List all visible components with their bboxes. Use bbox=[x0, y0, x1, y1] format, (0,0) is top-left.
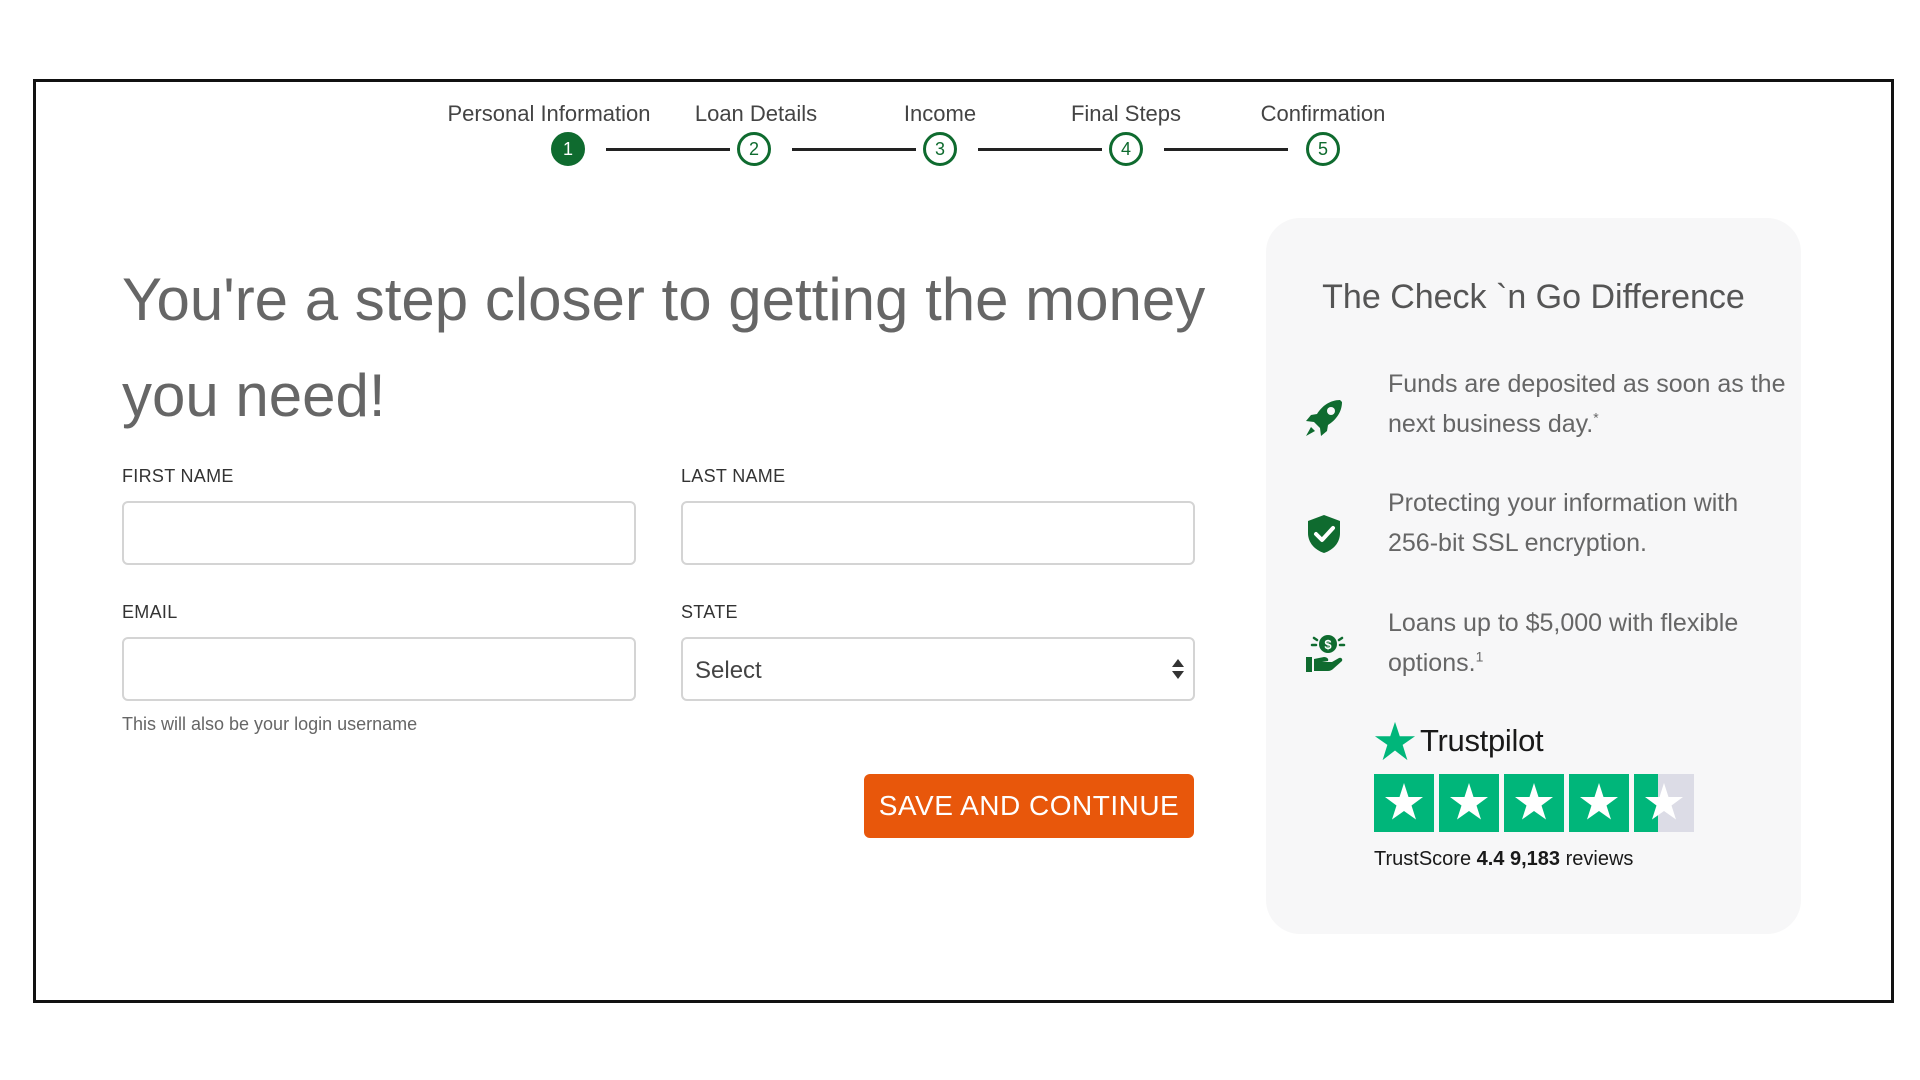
step-label-personal-information: Personal Information bbox=[447, 101, 651, 126]
step-1-indicator: 1 bbox=[551, 132, 585, 166]
trustpilot-star bbox=[1569, 774, 1629, 832]
step-5-indicator: 5 bbox=[1306, 132, 1340, 166]
trustpilot-star bbox=[1439, 774, 1499, 832]
state-select-value: Select bbox=[695, 657, 762, 684]
benefits-card: The Check `n Go Difference Funds are dep… bbox=[1266, 218, 1801, 934]
benefit-footnote-marker: 1 bbox=[1475, 648, 1484, 665]
stepper-connector bbox=[606, 148, 730, 151]
email-input[interactable] bbox=[122, 637, 636, 701]
trustpilot-star-icon bbox=[1374, 721, 1416, 761]
benefit-text-loan-amount: Loans up to $5,000 with flexible options… bbox=[1388, 603, 1788, 683]
benefits-card-title: The Check `n Go Difference bbox=[1322, 278, 1745, 316]
step-label-loan-details: Loan Details bbox=[694, 101, 818, 126]
trustpilot-star bbox=[1634, 774, 1694, 832]
step-2-indicator: 2 bbox=[737, 132, 771, 166]
email-help-text: This will also be your login username bbox=[122, 714, 418, 734]
trustpilot-star bbox=[1374, 774, 1434, 832]
step-3-indicator: 3 bbox=[923, 132, 957, 166]
trustpilot-rating-stars bbox=[1374, 774, 1694, 832]
save-and-continue-button[interactable]: SAVE AND CONTINUE bbox=[864, 774, 1194, 838]
step-label-confirmation: Confirmation bbox=[1260, 101, 1386, 126]
trustpilot-score: TrustScore 4.4 9,183 reviews bbox=[1374, 848, 1633, 871]
benefit-text-fast-funding: Funds are deposited as soon as the next … bbox=[1388, 364, 1788, 444]
email-label: EMAIL bbox=[122, 602, 178, 622]
trustscore-label: TrustScore bbox=[1374, 848, 1472, 870]
first-name-input[interactable] bbox=[122, 501, 636, 565]
benefit-footnote-marker: * bbox=[1593, 409, 1599, 426]
last-name-label: LAST NAME bbox=[681, 466, 786, 486]
trustpilot-logo[interactable]: Trustpilot bbox=[1374, 718, 1544, 764]
rocket-icon bbox=[1306, 400, 1342, 436]
state-select[interactable]: Select bbox=[681, 637, 1195, 701]
select-arrows-icon bbox=[1172, 659, 1184, 679]
benefit-text: Funds are deposited as soon as the next … bbox=[1388, 370, 1786, 438]
page-frame: Personal Information 1 Loan Details 2 In… bbox=[33, 79, 1894, 1003]
page-title: You're a step closer to getting the mone… bbox=[122, 266, 1206, 429]
trustpilot-star bbox=[1504, 774, 1564, 832]
stepper-connector bbox=[978, 148, 1102, 151]
stepper-connector bbox=[1164, 148, 1288, 151]
step-label-income: Income bbox=[903, 101, 977, 126]
step-4-indicator: 4 bbox=[1109, 132, 1143, 166]
benefit-text-ssl-encryption: Protecting your information with 256-bit… bbox=[1388, 489, 1739, 557]
review-count: 9,183 bbox=[1510, 848, 1561, 870]
first-name-label: FIRST NAME bbox=[122, 466, 234, 486]
hand-money-icon: $ bbox=[1306, 635, 1346, 672]
svg-text:$: $ bbox=[1324, 637, 1332, 652]
progress-stepper: Personal Information 1 Loan Details 2 In… bbox=[36, 82, 1891, 192]
state-label: STATE bbox=[681, 602, 738, 622]
trustpilot-brand-name: Trustpilot bbox=[1420, 723, 1544, 758]
shield-check-icon bbox=[1308, 515, 1340, 553]
step-label-final-steps: Final Steps bbox=[1070, 101, 1182, 126]
benefit-text: Loans up to $5,000 with flexible options… bbox=[1388, 609, 1739, 677]
stepper-connector bbox=[792, 148, 916, 151]
last-name-input[interactable] bbox=[681, 501, 1195, 565]
reviews-label: reviews bbox=[1565, 848, 1634, 870]
trustscore-value: 4.4 bbox=[1476, 848, 1505, 870]
